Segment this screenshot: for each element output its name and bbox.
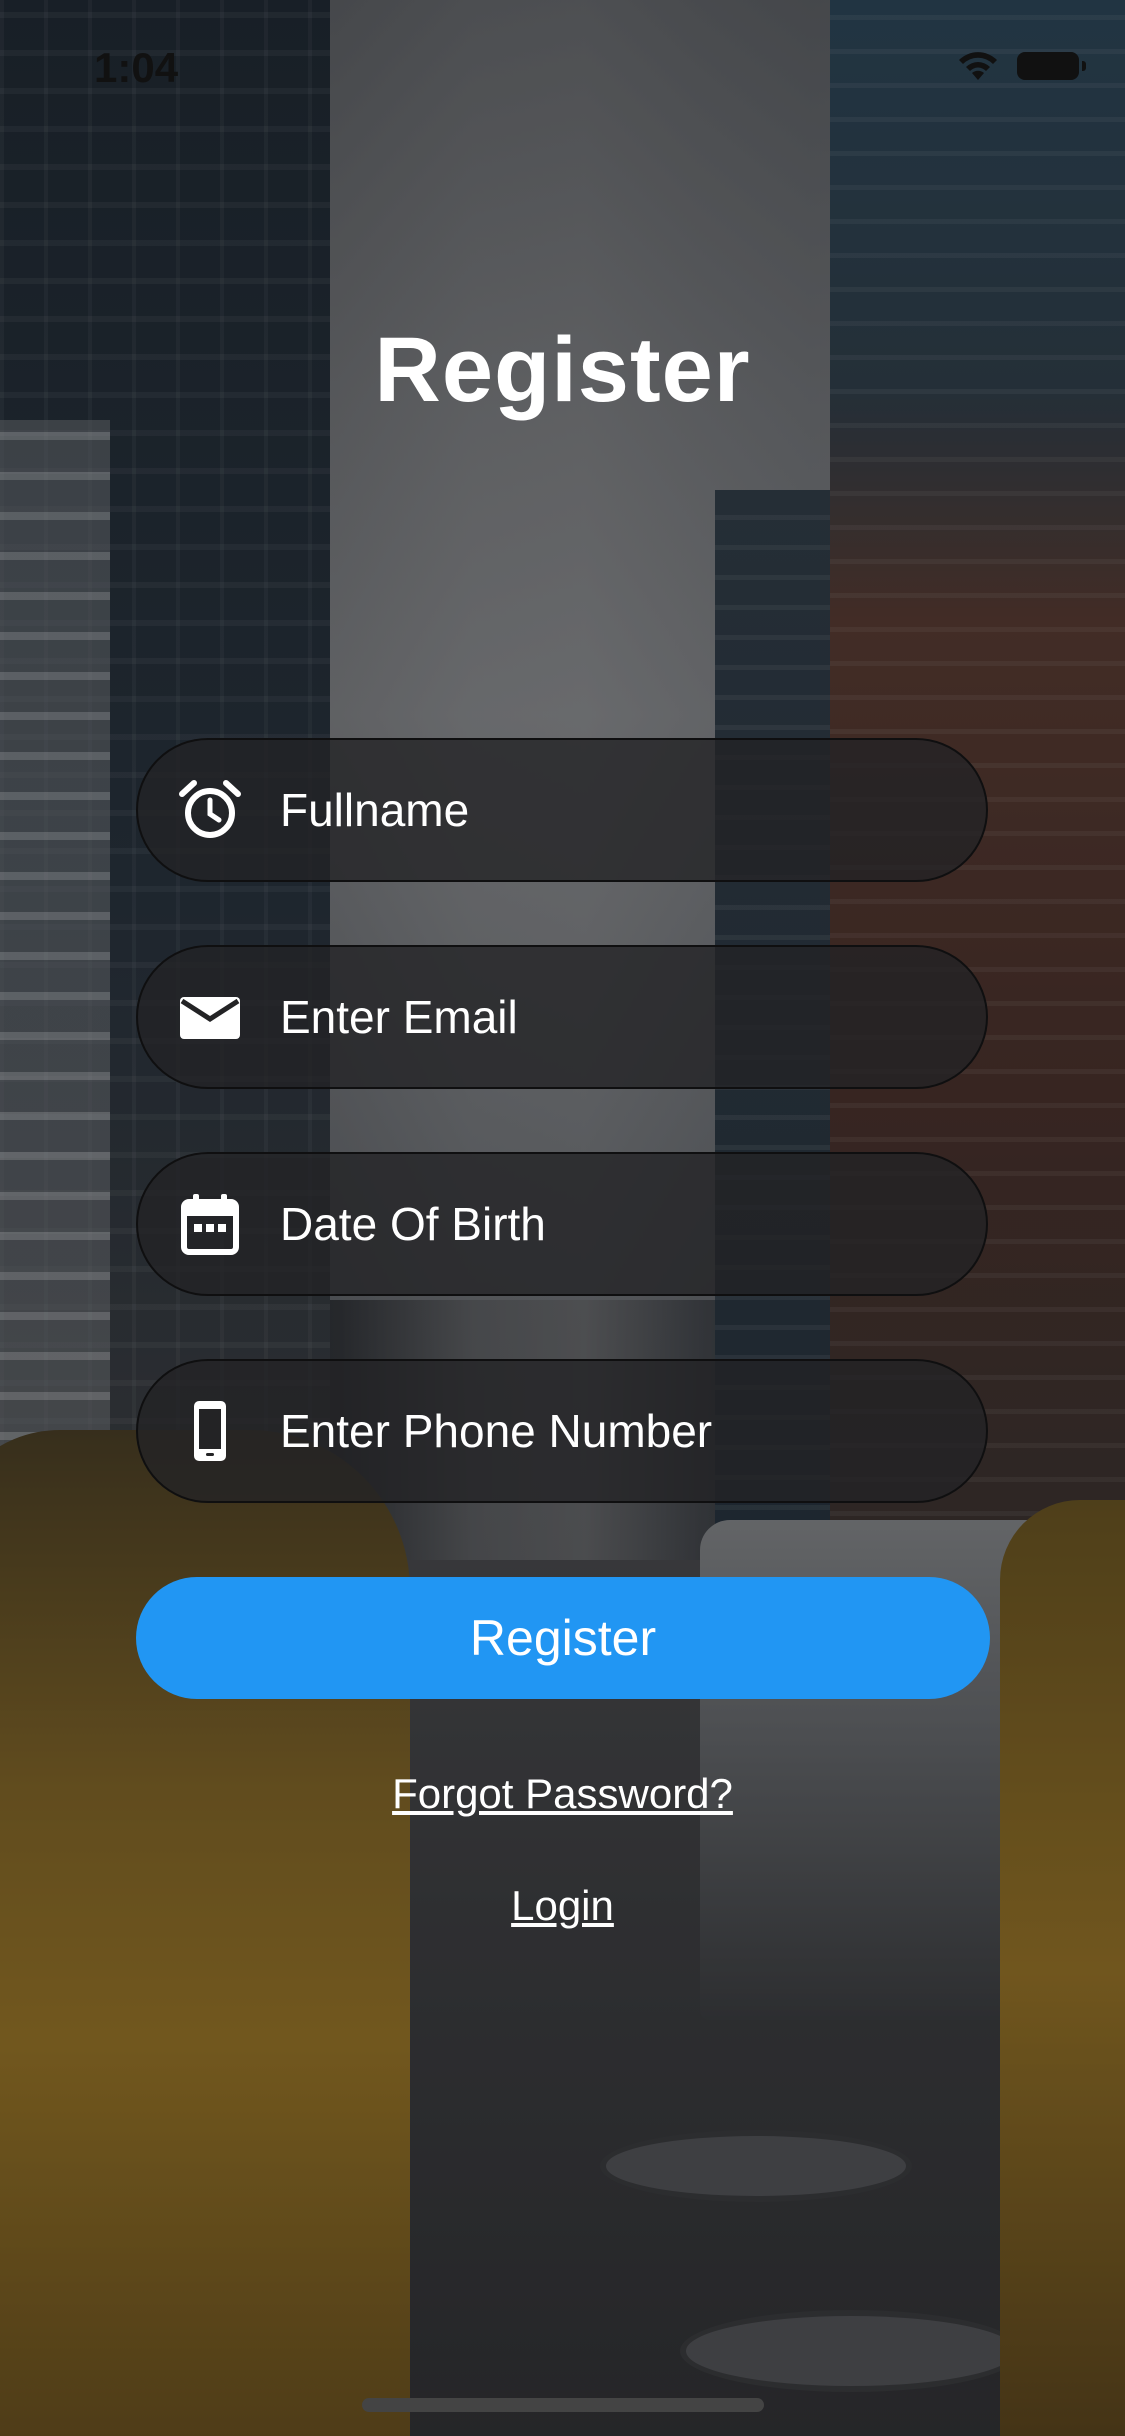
phone-input[interactable] bbox=[280, 1404, 920, 1458]
alarm-clock-icon bbox=[176, 776, 244, 844]
battery-icon bbox=[1017, 52, 1086, 80]
register-screen: 1:04 Register Fullname Enter Email Date … bbox=[0, 0, 1125, 2436]
phone-field[interactable] bbox=[136, 1359, 988, 1503]
status-icons bbox=[957, 50, 1086, 82]
fullname-field[interactable] bbox=[136, 738, 988, 882]
fullname-input[interactable] bbox=[280, 783, 920, 837]
forgot-password-link[interactable]: Forgot Password? bbox=[0, 1770, 1125, 1818]
email-input[interactable] bbox=[280, 990, 920, 1044]
register-button[interactable]: Register bbox=[136, 1577, 990, 1699]
page-title: Register bbox=[374, 319, 751, 421]
phone-icon bbox=[176, 1397, 244, 1465]
email-field[interactable] bbox=[136, 945, 988, 1089]
wifi-icon bbox=[959, 52, 997, 80]
status-time: 1:04 bbox=[94, 44, 179, 91]
login-link[interactable]: Login bbox=[0, 1882, 1125, 1930]
envelope-icon bbox=[176, 983, 244, 1051]
home-indicator[interactable] bbox=[362, 2398, 764, 2412]
dob-field[interactable] bbox=[136, 1152, 988, 1296]
calendar-icon bbox=[176, 1190, 244, 1258]
dob-input[interactable] bbox=[280, 1197, 920, 1251]
